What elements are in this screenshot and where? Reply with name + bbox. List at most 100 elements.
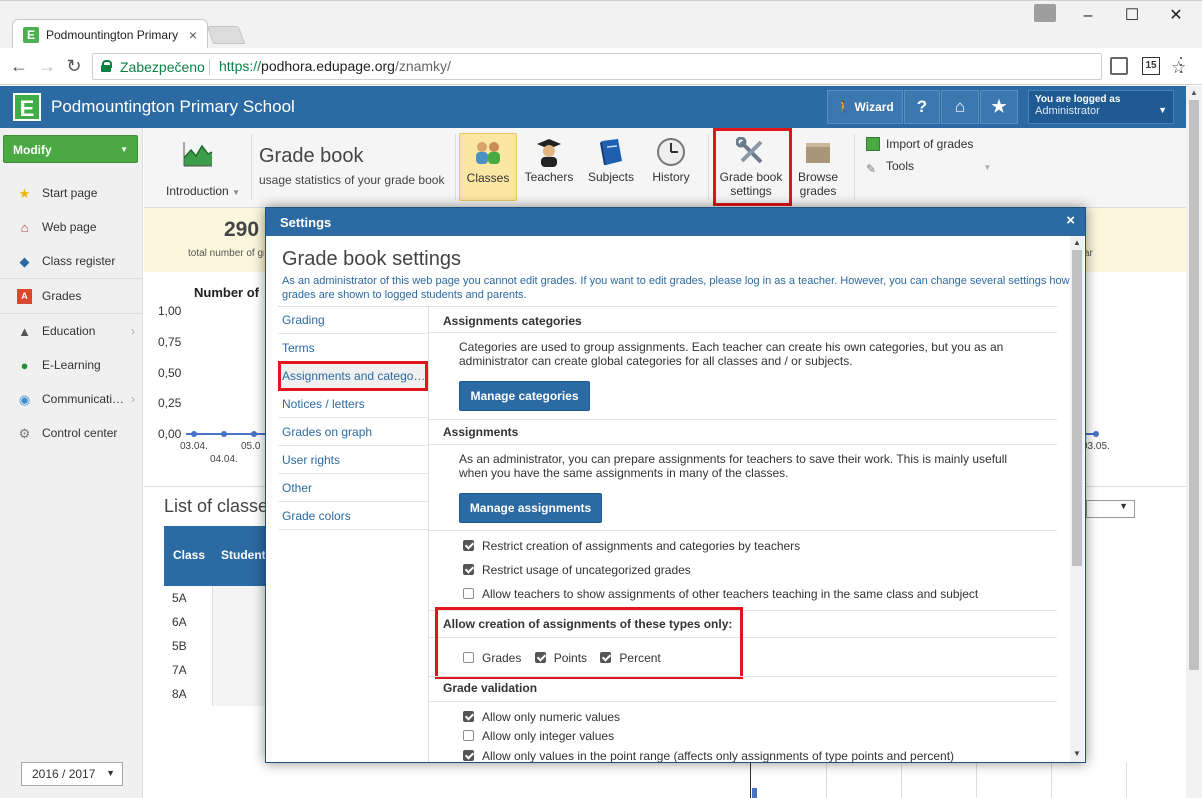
home-icon[interactable]: ⌂ bbox=[941, 90, 979, 124]
table-row[interactable]: 5A bbox=[164, 586, 266, 610]
filter-select[interactable]: ▼ bbox=[1086, 500, 1135, 518]
clock-icon bbox=[657, 138, 685, 166]
grades-icon: A bbox=[17, 289, 32, 304]
import-grades-menu[interactable]: Import of grades bbox=[866, 137, 973, 151]
checkbox-checked[interactable] bbox=[463, 750, 474, 761]
classes-table: Class Students 5A 6A 5B 7A 8A bbox=[164, 526, 272, 706]
checkbox-unchecked[interactable] bbox=[463, 588, 474, 599]
history-label: History bbox=[652, 170, 690, 184]
x-tick: 04.04. bbox=[210, 454, 238, 465]
cast-icon[interactable] bbox=[1110, 57, 1128, 75]
checkbox-restrict-creation[interactable]: Restrict creation of assignments and cat… bbox=[463, 539, 800, 553]
school-name[interactable]: Podmountington Primary School bbox=[51, 97, 295, 117]
checkbox-label: Restrict usage of uncategorized grades bbox=[482, 563, 691, 577]
manage-categories-button[interactable]: Manage categories bbox=[459, 381, 590, 411]
tab-close-icon[interactable]: × bbox=[189, 27, 197, 43]
sidebar-item-start-page[interactable]: ★ Start page bbox=[0, 176, 143, 210]
checkbox-label: Restrict creation of assignments and cat… bbox=[482, 539, 801, 553]
favorites-star-icon[interactable]: ★ bbox=[980, 90, 1018, 124]
secure-label: Zabezpečeno bbox=[120, 59, 205, 75]
wizard-label: Wizard bbox=[854, 100, 894, 114]
nav-notices-letters[interactable]: Notices / letters bbox=[278, 390, 428, 418]
settings-description: As an administrator of this web page you… bbox=[282, 275, 1070, 301]
table-row[interactable]: 5B bbox=[164, 634, 266, 658]
students-cell bbox=[212, 610, 266, 634]
table-row[interactable]: 6A bbox=[164, 610, 266, 634]
sidebar-item-education[interactable]: ▲ Education › bbox=[0, 314, 143, 348]
nav-other[interactable]: Other bbox=[278, 474, 428, 502]
checkbox-numeric-only[interactable]: Allow only numeric values bbox=[463, 710, 620, 724]
students-cell bbox=[212, 586, 266, 610]
table-row[interactable]: 7A bbox=[164, 658, 266, 682]
stat-value: 290 bbox=[224, 218, 260, 241]
browser-menu-icon[interactable]: · · · bbox=[1176, 48, 1186, 80]
forward-icon[interactable]: → bbox=[36, 56, 58, 77]
sidebar-item-class-register[interactable]: ◆ Class register bbox=[0, 244, 143, 278]
teachers-label: Teachers bbox=[524, 170, 574, 184]
close-window-icon[interactable]: ✕ bbox=[1154, 1, 1198, 31]
checkbox-integer-only[interactable]: Allow only integer values bbox=[463, 729, 614, 743]
nav-grade-colors[interactable]: Grade colors bbox=[278, 502, 428, 530]
checkbox-checked[interactable] bbox=[463, 564, 474, 575]
reload-icon[interactable]: ↻ bbox=[63, 56, 85, 77]
nav-user-rights[interactable]: User rights bbox=[278, 446, 428, 474]
walker-icon: 🚶 bbox=[836, 100, 852, 114]
browse-grades-button[interactable]: Browse grades bbox=[790, 133, 846, 201]
calendar-extension-icon[interactable]: 15 bbox=[1142, 57, 1160, 75]
checkbox-checked[interactable] bbox=[463, 540, 474, 551]
maximize-icon[interactable]: ☐ bbox=[1110, 1, 1154, 31]
teachers-button[interactable]: Teachers bbox=[521, 133, 577, 201]
manage-assignments-button[interactable]: Manage assignments bbox=[459, 493, 602, 523]
history-button[interactable]: History bbox=[643, 133, 699, 201]
settings-content: Assignments categories Categories are us… bbox=[429, 306, 1057, 762]
page-scrollbar[interactable]: ▲ bbox=[1186, 86, 1202, 798]
sidebar-item-label: Class register bbox=[42, 254, 116, 268]
edupage-logo-icon[interactable]: E bbox=[13, 93, 41, 121]
browser-tab[interactable]: E Podmountington Primary × bbox=[12, 19, 208, 49]
list-title: List of classes bbox=[164, 496, 278, 516]
checkbox-show-other-teachers[interactable]: Allow teachers to show assignments of ot… bbox=[463, 587, 978, 601]
nav-grades-on-graph[interactable]: Grades on graph bbox=[278, 418, 428, 446]
tools-label: Tools bbox=[886, 159, 915, 173]
classes-button[interactable]: Classes bbox=[459, 133, 517, 201]
checkbox-point-range[interactable]: Allow only values in the point range (af… bbox=[463, 749, 954, 762]
scroll-up-icon[interactable]: ▲ bbox=[1190, 88, 1198, 97]
ribbon-divider bbox=[708, 134, 709, 200]
sidebar-item-web-page[interactable]: ⌂ Web page bbox=[0, 210, 143, 244]
close-icon[interactable]: × bbox=[1066, 212, 1075, 229]
wizard-button[interactable]: 🚶 Wizard bbox=[827, 90, 903, 124]
dialog-scrollbar[interactable]: ▲ ▼ bbox=[1070, 236, 1084, 762]
subjects-button[interactable]: Subjects bbox=[583, 133, 639, 201]
grid-line bbox=[750, 762, 751, 798]
table-row[interactable]: 8A bbox=[164, 682, 266, 706]
school-year-select[interactable]: 2016 / 2017 ▼ bbox=[21, 762, 123, 786]
page-scrollbar-thumb[interactable] bbox=[1189, 100, 1199, 670]
nav-terms[interactable]: Terms bbox=[278, 334, 428, 362]
modify-button[interactable]: Modify ▼ bbox=[3, 135, 138, 163]
sidebar-item-grades[interactable]: A Grades bbox=[0, 279, 143, 313]
teacher-icon bbox=[537, 139, 561, 167]
profile-icon[interactable] bbox=[1034, 4, 1056, 22]
y-tick: 1,00 bbox=[158, 304, 182, 318]
scroll-up-icon[interactable]: ▲ bbox=[1073, 238, 1081, 247]
sidebar: Modify ▼ ★ Start page ⌂ Web page ◆ Class… bbox=[0, 128, 143, 798]
sidebar-item-communication[interactable]: ◉ Communicati… › bbox=[0, 382, 143, 416]
minimize-icon[interactable]: – bbox=[1066, 1, 1110, 31]
section-divider bbox=[429, 419, 1057, 420]
address-bar[interactable]: Zabezpečeno https://podhora.edupage.org/… bbox=[92, 53, 1186, 80]
sidebar-item-control-center[interactable]: ⚙ Control center bbox=[0, 416, 143, 450]
sidebar-item-e-learning[interactable]: ● E-Learning bbox=[0, 348, 143, 382]
introduction-button[interactable]: Introduction ▼ bbox=[164, 136, 244, 202]
help-button[interactable]: ? bbox=[904, 90, 940, 124]
new-tab-button[interactable] bbox=[206, 26, 246, 44]
tools-menu[interactable]: ✎ Tools ▼ bbox=[866, 159, 991, 176]
gear-icon: ⚙ bbox=[18, 426, 31, 441]
dialog-scrollbar-thumb[interactable] bbox=[1072, 250, 1082, 566]
checkbox-unchecked[interactable] bbox=[463, 730, 474, 741]
back-icon[interactable]: ← bbox=[8, 56, 30, 77]
checkbox-checked[interactable] bbox=[463, 711, 474, 722]
checkbox-restrict-uncategorized[interactable]: Restrict usage of uncategorized grades bbox=[463, 563, 691, 577]
scroll-down-icon[interactable]: ▼ bbox=[1073, 749, 1081, 758]
user-menu[interactable]: You are logged as Administrator ▼ bbox=[1028, 90, 1174, 124]
nav-grading[interactable]: Grading bbox=[278, 306, 428, 334]
